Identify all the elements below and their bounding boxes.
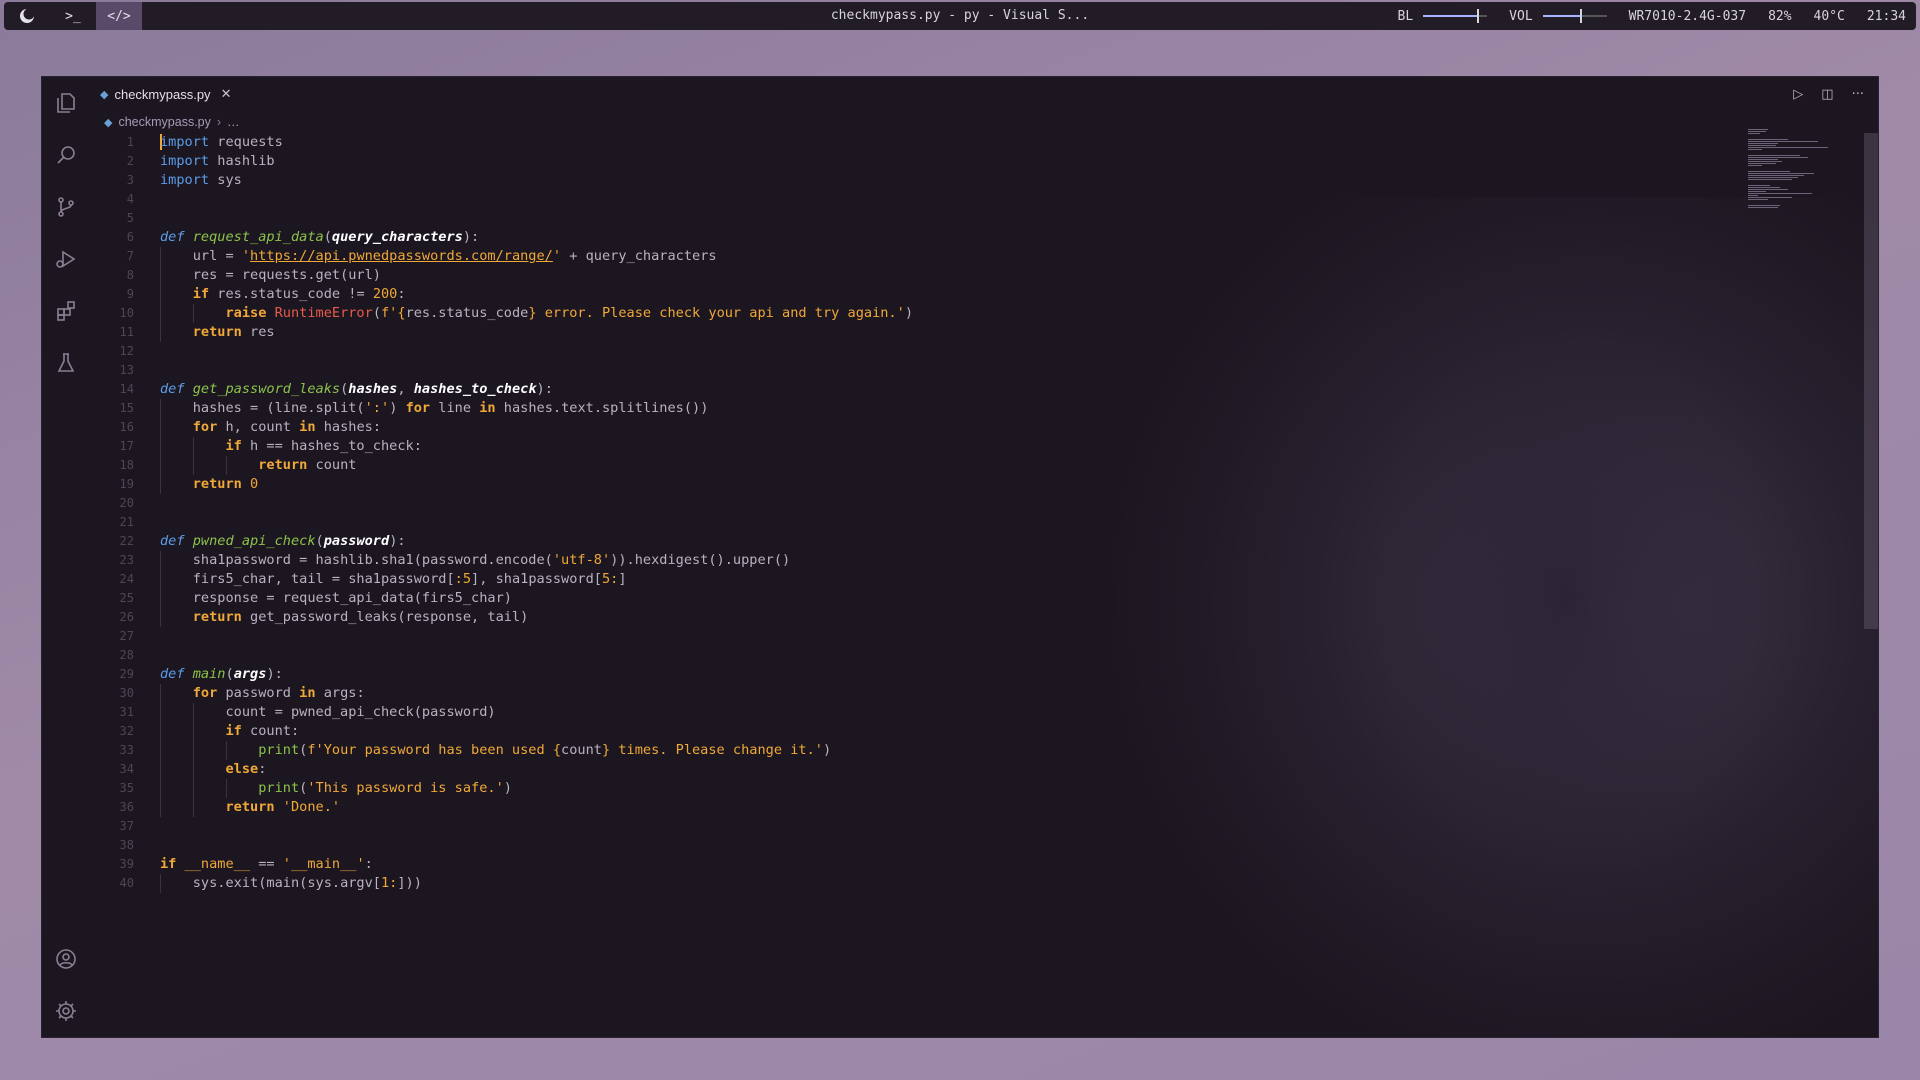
code-line: 25 response = request_api_data(firs5_cha… [119, 589, 512, 608]
code-line: 10 raise RuntimeError(f'{res.status_code… [119, 304, 913, 323]
clock: 21:34 [1866, 8, 1906, 24]
tab-bar: ◆ checkmypass.py ✕ ▷ ◫ ··· [90, 77, 1878, 111]
code-line: 15 hashes = (line.split(':') for line in… [119, 399, 709, 418]
code-line: 13 [119, 363, 134, 377]
code-line: 35 print('This password is safe.') [119, 779, 512, 798]
activity-bar [42, 77, 90, 1037]
search-icon[interactable] [42, 129, 90, 181]
explorer-icon[interactable] [42, 77, 90, 129]
workspace-buttons: >_ </> [4, 2, 142, 30]
code-line: 3 import sys [126, 172, 242, 188]
breadcrumb-file[interactable]: checkmypass.py [118, 115, 210, 129]
close-icon[interactable]: ✕ [221, 86, 232, 102]
terminal-workspace-button[interactable]: >_ [50, 2, 96, 30]
extensions-icon[interactable] [42, 285, 90, 337]
app-launcher-button[interactable] [4, 2, 50, 30]
vertical-scrollbar[interactable] [1864, 133, 1878, 629]
source-control-icon[interactable] [42, 181, 90, 233]
testing-icon[interactable] [42, 337, 90, 389]
run-icon[interactable]: ▷ [1793, 87, 1803, 102]
code-line: 39 if __name__ == '__main__': [119, 856, 373, 872]
code-line: 2 import hashlib [126, 153, 275, 169]
top-bar: >_ </> checkmypass.py - py - Visual S...… [4, 2, 1916, 30]
backlight-label: BL [1397, 8, 1414, 24]
breadcrumb-more[interactable]: … [227, 115, 240, 129]
code-line: 40 sys.exit(main(sys.argv[1:])) [119, 874, 422, 893]
code-line: 8 res = requests.get(url) [126, 266, 381, 285]
editor-actions: ▷ ◫ ··· [1793, 77, 1864, 111]
code-line: 16 for h, count in hashes: [119, 418, 382, 437]
code-line: 31 count = pwned_api_check(password) [119, 703, 496, 722]
code-line: 14 def get_password_leaks(hashes, hashes_… [119, 381, 553, 397]
code-line: 26 return get_password_leaks(response, t… [119, 608, 529, 627]
code-line: 23 sha1password = hashlib.sha1(password.… [119, 551, 791, 570]
code-line: 4 [126, 192, 134, 206]
moon-logo-icon [20, 8, 35, 23]
more-icon[interactable]: ··· [1852, 87, 1864, 102]
code-line: 24 firs5_char, tail = sha1password[:5], … [119, 570, 627, 589]
code-line: 36 return 'Done.' [119, 798, 341, 817]
python-file-icon: ◆ [100, 88, 109, 101]
code-line: 5 [126, 211, 134, 225]
chevron-right-icon: › [216, 115, 222, 129]
volume-label: VOL [1509, 8, 1533, 24]
code-line: 19 return 0 [119, 475, 259, 494]
vscode-window: ◆ checkmypass.py ✕ ▷ ◫ ··· ◆ checkmypass… [42, 77, 1878, 1037]
split-editor-icon[interactable]: ◫ [1821, 87, 1833, 102]
settings-gear-icon[interactable] [42, 985, 90, 1037]
code-line: 27 [119, 629, 134, 643]
temperature-status: 40°C [1813, 8, 1845, 24]
code-line: 6 def request_api_data(query_characters): [126, 229, 480, 245]
battery-status: 82% [1768, 8, 1792, 24]
tab-label: checkmypass.py [114, 86, 211, 102]
code-line: 1 import requests [126, 134, 283, 150]
code-line: 11 return res [119, 323, 275, 342]
code-line: 20 [119, 496, 134, 510]
breadcrumb: ◆ checkmypass.py › … [104, 113, 240, 131]
code-icon: </> [107, 8, 131, 24]
code-line: 12 [119, 344, 134, 358]
backlight-slider[interactable] [1423, 9, 1488, 23]
code-workspace-button[interactable]: </> [96, 2, 142, 30]
code-line: 21 [119, 515, 134, 529]
backlight-control[interactable]: BL [1398, 9, 1488, 24]
terminal-icon: >_ [65, 8, 81, 24]
code-line: 29 def main(args): [119, 666, 283, 682]
volume-slider[interactable] [1542, 9, 1607, 23]
account-icon[interactable] [42, 933, 90, 985]
volume-control[interactable]: VOL [1509, 8, 1607, 24]
code-line: 32 if count: [119, 722, 300, 741]
tab-checkmypass[interactable]: ◆ checkmypass.py ✕ [100, 77, 231, 111]
code-line: 37 [119, 819, 134, 833]
code-editor[interactable]: 1 import requests 2 import hashlib 3 import… [90, 133, 1878, 1037]
code-line: 38 [119, 838, 134, 852]
code-line: 28 [119, 648, 134, 662]
code-line: 33 print(f'Your password has been used {… [119, 741, 832, 760]
code-line: 18 return count [119, 456, 357, 475]
code-line: 30 for password in args: [119, 684, 365, 703]
status-tray: BL VOL WR7010-2.4G-037 82% 40°C 21:34 [1398, 2, 1906, 30]
wifi-status[interactable]: WR7010-2.4G-037 [1629, 9, 1746, 24]
run-debug-icon[interactable] [42, 233, 90, 285]
code-line: 7 url = 'https://api.pwnedpasswords.com/… [126, 247, 717, 266]
code-line: 17 if h == hashes_to_check: [119, 437, 422, 456]
code-line: 9 if res.status_code != 200: [126, 285, 406, 304]
code-line: 22 def pwned_api_check(password): [119, 533, 406, 549]
python-file-icon: ◆ [104, 116, 113, 129]
minimap[interactable] [1748, 129, 1848, 219]
code-line: 34 else: [119, 760, 267, 779]
